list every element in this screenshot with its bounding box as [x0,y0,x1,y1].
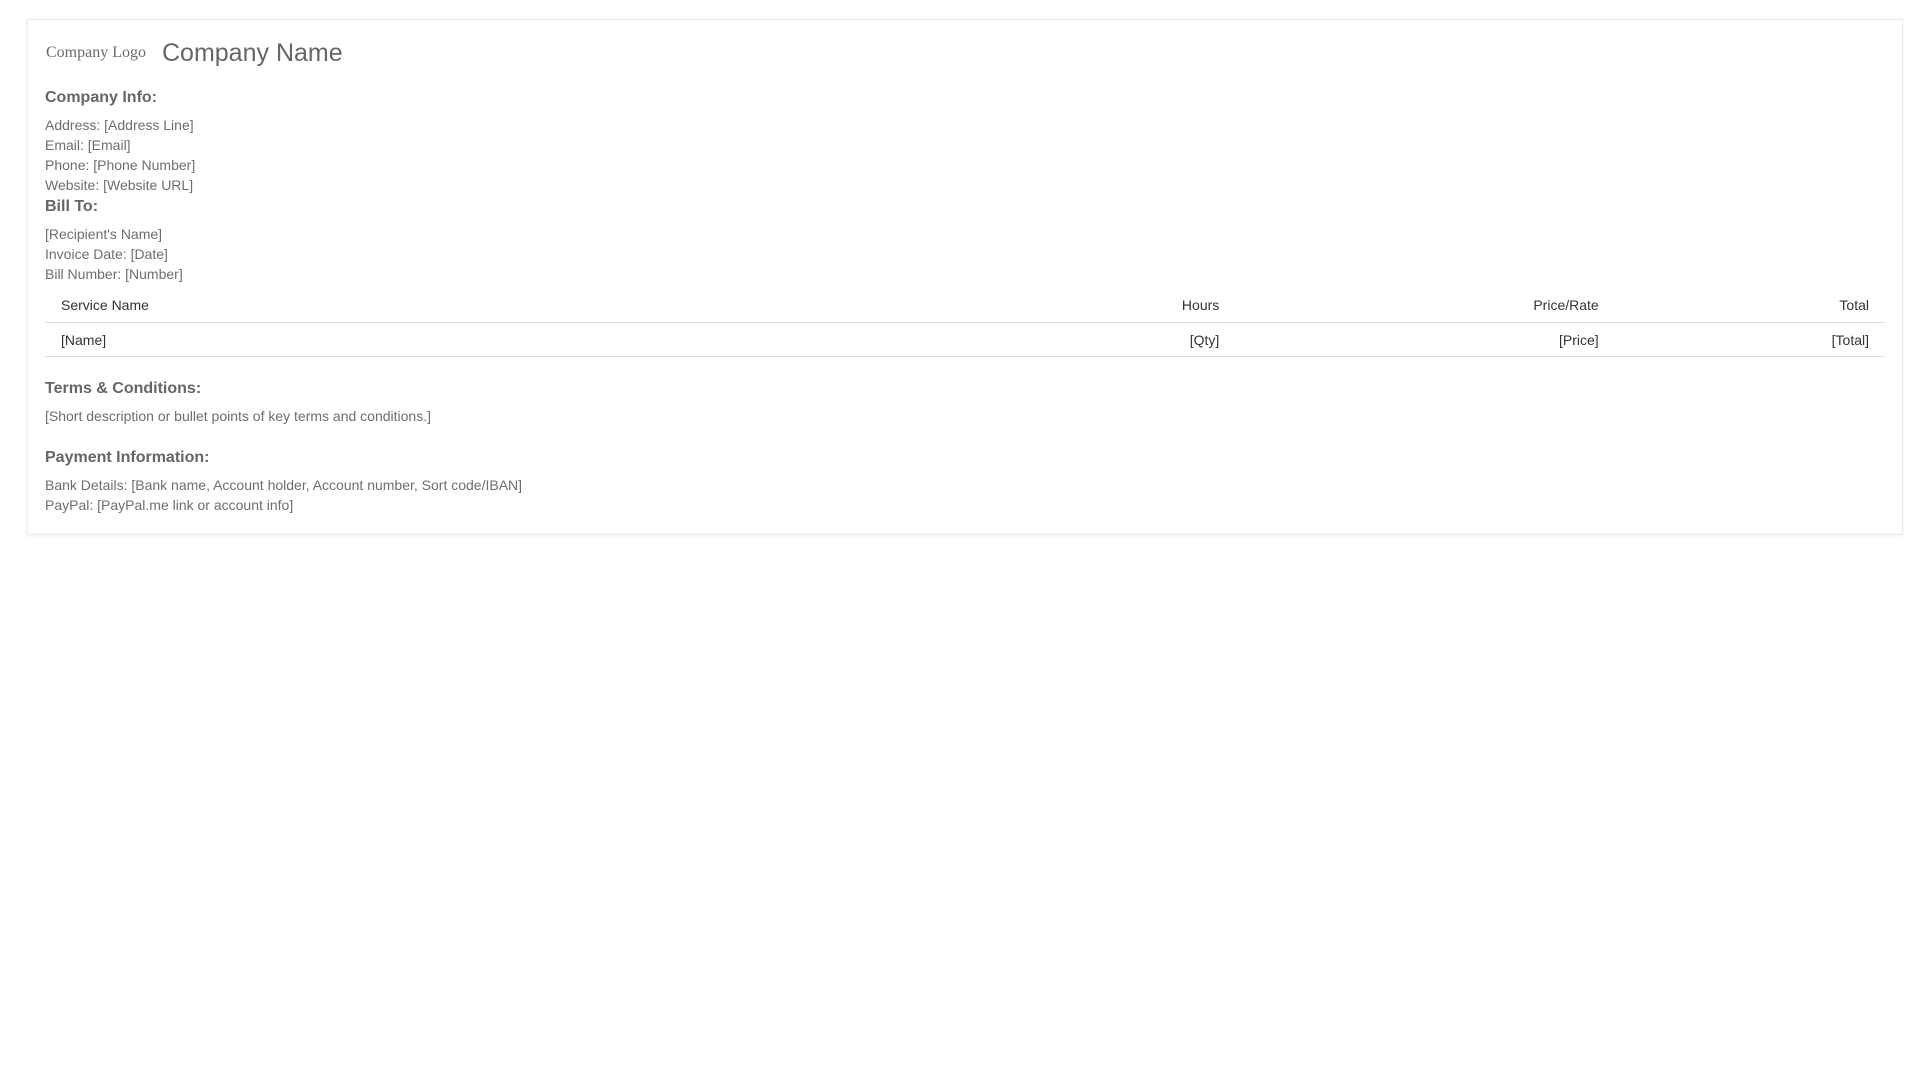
services-table: Service Name Hours Price/Rate Total [Nam… [45,287,1885,357]
terms-text: [Short description or bullet points of k… [45,408,431,424]
company-info: Address: [Address Line] Email: [Email] P… [45,115,1885,195]
bill-to-heading: Bill To: [45,198,99,215]
company-address: Address: [Address Line] [45,117,194,133]
invoice-header: Company Logo Company Name [45,38,1885,68]
terms: [Short description or bullet points of k… [45,406,1885,426]
company-name: Company Name [162,39,343,67]
company-email: Email: [Email] [45,137,131,153]
bill-to: [Recipient's Name] Invoice Date: [Date] … [45,224,1885,284]
column-header-hours: Hours [965,287,1236,323]
bank-details: Bank Details: [Bank name, Account holder… [45,477,523,493]
company-logo: Company Logo [45,44,146,62]
paypal-info: PayPal: [PayPal.me link or account info] [45,497,294,513]
recipient-name: [Recipient's Name] [45,226,163,242]
company-logo-alt-text: Company Logo [46,44,146,61]
column-header-service-name: Service Name [45,287,965,323]
cell-hours: [Qty] [965,322,1236,357]
company-phone: Phone: [Phone Number] [45,157,196,173]
terms-heading: Terms & Conditions: [45,380,202,397]
invoice-card: Company Logo Company Name Company Info: … [27,19,1903,535]
cell-price-rate: [Price] [1235,322,1615,357]
cell-service-name: [Name] [45,322,965,357]
table-row: [Name] [Qty] [Price] [Total] [45,322,1885,357]
company-info-heading: Company Info: [45,89,157,106]
bill-number: Bill Number: [Number] [45,266,183,282]
company-website: Website: [Website URL] [45,177,194,193]
payment-heading: Payment Information: [45,449,210,466]
column-header-total: Total [1614,287,1885,323]
column-header-price-rate: Price/Rate [1235,287,1615,323]
invoice-date: Invoice Date: [Date] [45,246,168,262]
payment-info: Bank Details: [Bank name, Account holder… [45,475,1885,515]
cell-total: [Total] [1614,322,1885,357]
table-header-row: Service Name Hours Price/Rate Total [45,287,1885,323]
